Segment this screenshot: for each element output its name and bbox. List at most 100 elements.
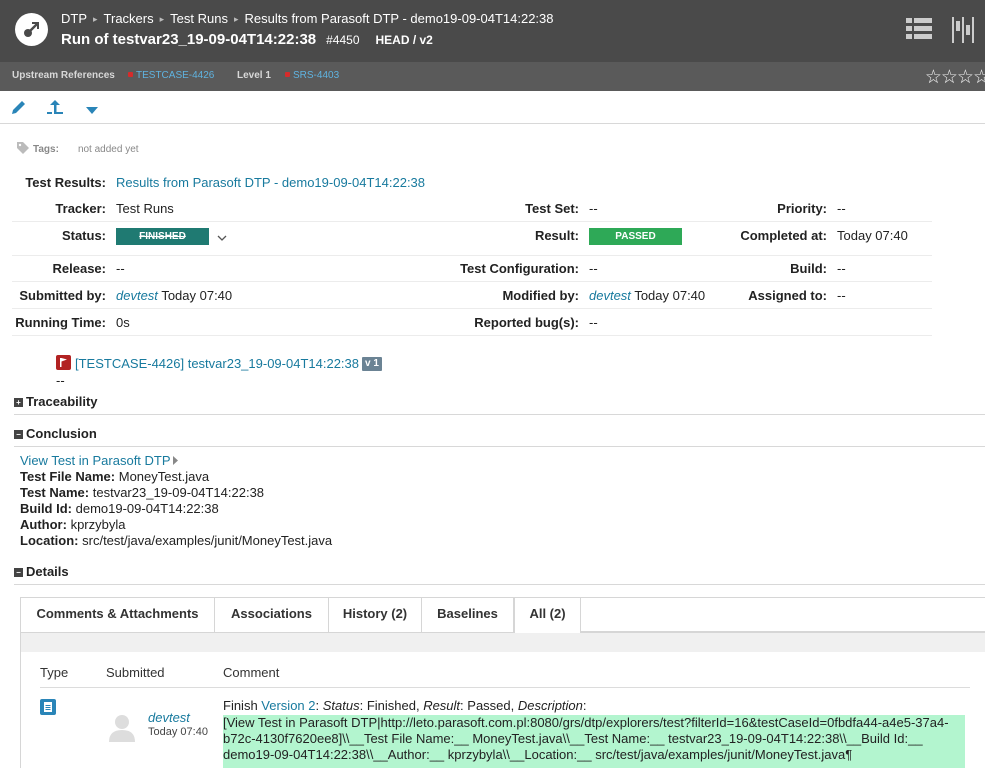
assigned-to-label: Assigned to: (748, 288, 827, 303)
branch-label[interactable]: HEAD / v2 (376, 33, 433, 47)
comment-summary: Finish Version 2: Status: Finished, Resu… (223, 698, 587, 713)
test-set-value: -- (589, 201, 598, 216)
status-dropdown-chevron-icon[interactable] (217, 230, 227, 245)
author-row: Author: kprzybyla (20, 517, 126, 532)
comment-diff-highlight: [View Test in Parasoft DTP|http://leto.p… (223, 715, 965, 768)
app-logo-icon[interactable] (15, 13, 48, 46)
reference-status-icon (128, 72, 133, 77)
modified-time: Today 07:40 (634, 288, 706, 303)
status-badge[interactable]: FINISHED (116, 228, 209, 245)
modified-by-user-link[interactable]: devtest (589, 288, 631, 303)
result-label: Result: (534, 228, 579, 243)
breadcrumb-test-results[interactable]: Results from Parasoft DTP - demo19-09-04… (244, 11, 553, 26)
view-test-link[interactable]: View Test in Parasoft DTP (20, 453, 179, 468)
test-set-label: Test Set: (525, 201, 579, 216)
tags-value[interactable]: not added yet (78, 144, 139, 155)
location-row: Location: src/test/java/examples/junit/M… (20, 533, 333, 548)
tab-baselines[interactable]: Baselines (422, 598, 514, 632)
collapse-minus-icon: − (14, 568, 23, 577)
submitted-by-user-link[interactable]: devtest (116, 288, 158, 303)
item-title-row: Run of testvar23_19-09-04T14:22:38 #4450 H… (61, 31, 433, 48)
tab-content-header (21, 632, 985, 652)
comment-document-icon (40, 699, 56, 715)
avatar (108, 712, 136, 742)
traceability-section-toggle[interactable]: + Traceability (14, 394, 98, 409)
page-title: Run of testvar23_19-09-04T14:22:38 (61, 31, 317, 48)
board-view-icon[interactable] (952, 17, 976, 46)
go-up-icon[interactable] (46, 98, 64, 119)
breadcrumb-separator: ▸ (159, 14, 165, 24)
related-testcase-link[interactable]: [TESTCASE-4426] testvar23_19-09-04T14:22… (75, 356, 359, 371)
assigned-to-value: -- (837, 288, 846, 303)
row-divider (12, 335, 932, 336)
priority-value: -- (837, 201, 846, 216)
upstream-label: Upstream References (12, 70, 115, 81)
row-divider (12, 308, 932, 309)
release-label: Release: (52, 261, 106, 276)
section-divider (14, 446, 985, 447)
column-type[interactable]: Type (40, 665, 68, 680)
comment-author-link[interactable]: devtest (148, 710, 190, 725)
related-placeholder: -- (56, 373, 65, 388)
list-view-icon[interactable] (906, 17, 932, 44)
comment-diff-line: demo19-09-04T14:22:38\\__Author:__ kprzy… (223, 747, 853, 762)
submitted-by-value: devtest Today 07:40 (116, 288, 232, 303)
build-label: Build: (790, 261, 827, 276)
table-header-divider (40, 687, 970, 688)
breadcrumb: DTP ▸ Trackers ▸ Test Runs ▸ Results from Para… (61, 11, 554, 26)
tracker-label: Tracker: (55, 201, 106, 216)
comment-version-link[interactable]: Version 2 (261, 698, 315, 713)
test-results-label: Test Results: (25, 175, 106, 190)
action-toolbar (0, 91, 985, 124)
breadcrumb-separator: ▸ (93, 14, 98, 24)
testcase-flag-icon (56, 355, 71, 370)
modified-by-value: devtest Today 07:40 (589, 288, 705, 303)
row-divider (12, 255, 932, 256)
conclusion-heading: Conclusion (26, 426, 97, 441)
tracker-value: Test Runs (116, 201, 174, 216)
upstream-ref-testcase[interactable]: TESTCASE-4426 (128, 70, 214, 81)
column-comment[interactable]: Comment (223, 665, 279, 680)
breadcrumb-trackers[interactable]: Trackers (104, 11, 154, 26)
completed-at-value: Today 07:40 (837, 228, 908, 243)
test-file-name-row: Test File Name: MoneyTest.java (20, 469, 210, 484)
tags-row: Tags: not added yet (16, 141, 139, 155)
external-arrow-icon (172, 456, 178, 465)
running-time-label: Running Time: (15, 315, 106, 330)
comment-time: Today 07:40 (148, 726, 208, 738)
conclusion-section-toggle[interactable]: − Conclusion (14, 426, 97, 441)
upstream-ref-srs[interactable]: SRS-4403 (285, 70, 339, 81)
breadcrumb-dtp[interactable]: DTP (61, 11, 87, 26)
collapse-minus-icon: − (14, 430, 23, 439)
release-value: -- (116, 261, 125, 276)
build-value: -- (837, 261, 846, 276)
comment-diff-line: b72c-4130f7620ee8]\\__Test File Name:__ … (223, 731, 923, 746)
more-actions-chevron-icon[interactable] (86, 103, 98, 118)
test-results-link[interactable]: Results from Parasoft DTP - demo19-09-04… (116, 175, 425, 190)
section-divider (14, 584, 985, 585)
tab-history[interactable]: History (2) (329, 598, 422, 632)
priority-label: Priority: (777, 201, 827, 216)
tag-icon (17, 142, 29, 154)
tags-label: Tags: (33, 144, 59, 155)
breadcrumb-test-runs[interactable]: Test Runs (170, 11, 228, 26)
reported-bugs-label: Reported bug(s): (474, 315, 579, 330)
tab-comments-attachments[interactable]: Comments & Attachments (21, 598, 215, 632)
rating-stars[interactable]: ☆☆☆☆ (925, 66, 985, 89)
breadcrumb-separator: ▸ (233, 14, 239, 24)
comment-diff-line: [View Test in Parasoft DTP|http://leto.p… (223, 715, 949, 730)
tab-all[interactable]: All (2) (514, 598, 581, 633)
column-submitted[interactable]: Submitted (106, 665, 165, 680)
test-configuration-label: Test Configuration: (460, 261, 579, 276)
row-divider (12, 281, 932, 282)
tab-associations[interactable]: Associations (215, 598, 329, 632)
edit-pencil-icon[interactable] (10, 98, 28, 119)
modified-by-label: Modified by: (502, 288, 579, 303)
details-section-toggle[interactable]: − Details (14, 564, 69, 579)
row-divider (12, 221, 932, 222)
version-badge[interactable]: v 1 (362, 357, 382, 371)
upstream-references-bar: Upstream References TESTCASE-4426 Level … (0, 62, 985, 91)
details-heading: Details (26, 564, 69, 579)
section-divider (14, 414, 985, 415)
submitted-time: Today 07:40 (161, 288, 233, 303)
